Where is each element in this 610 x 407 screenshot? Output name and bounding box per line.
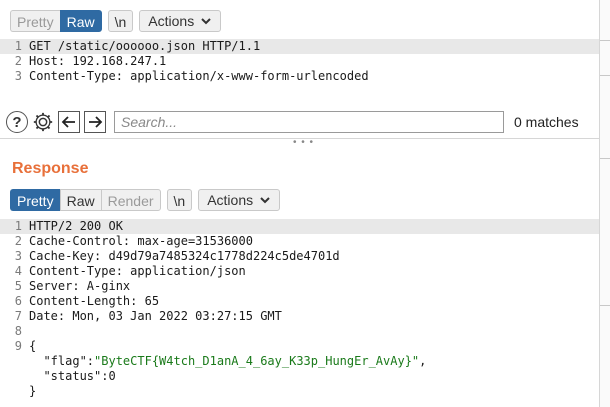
request-line: 2 Host: 192.168.247.1 [0, 54, 600, 69]
line-number: 5 [14, 279, 22, 293]
arrow-left-icon[interactable] [58, 111, 80, 133]
line-number [0, 369, 29, 384]
response-line: 5 Server: A-ginx [0, 279, 600, 294]
response-actions-button[interactable]: Actions [198, 189, 281, 211]
line-text: , [419, 354, 427, 368]
request-line: 1 GET /static/oooooo.json HTTP/1.1 [0, 39, 600, 54]
edge-divider [600, 158, 610, 159]
response-line: 1 HTTP/2 200 OK [0, 219, 600, 234]
response-line: 6 Content-Length: 65 [0, 294, 600, 309]
line-number: 1 [14, 219, 22, 233]
response-raw-tab[interactable]: Raw [59, 189, 101, 211]
gear-icon[interactable] [32, 111, 54, 133]
line-number: 2 [14, 54, 22, 68]
line-text: } [29, 384, 37, 398]
line-text: HTTP/2 200 OK [29, 219, 123, 233]
edge-divider [600, 305, 610, 306]
edge-divider [600, 75, 610, 76]
grip-icon[interactable]: • • • [293, 137, 314, 148]
match-count: 0 matches [514, 114, 579, 130]
line-number: 3 [14, 249, 22, 263]
response-line: 3 Cache-Key: d49d79a7485324c1778d224c5de4… [0, 249, 600, 264]
line-text: Content-Type: application/json [29, 264, 246, 278]
scrollbar[interactable] [599, 0, 610, 407]
request-pretty-tab[interactable]: Pretty [10, 10, 60, 32]
arrow-right-icon[interactable] [84, 111, 106, 133]
line-text: GET /static/oooooo.json HTTP/1.1 [29, 39, 261, 53]
search-input[interactable] [114, 111, 504, 133]
line-text: Cache-Control: max-age=31536000 [29, 234, 253, 248]
response-editor[interactable]: 1 HTTP/2 200 OK 2 Cache-Control: max-age=3… [0, 219, 600, 399]
json-value: 0 [108, 369, 116, 383]
request-newline-toggle[interactable]: \n [107, 10, 134, 32]
chevron-down-icon [260, 197, 270, 204]
response-line: 7 Date: Mon, 03 Jan 2022 03:27:15 GMT [0, 309, 600, 324]
line-text: Content-Length: 65 [29, 294, 160, 308]
response-line: "status": 0 [0, 369, 600, 384]
response-line: 2 Cache-Control: max-age=31536000 [0, 234, 600, 249]
response-actions-label: Actions [207, 192, 254, 208]
response-line: "flag": "ByteCTF{W4tch_D1anA_4_6ay_K33p_H… [0, 354, 600, 369]
line-number: 4 [14, 264, 22, 278]
line-number: 9 [14, 339, 22, 353]
edge-divider [600, 40, 610, 41]
line-text: Server: A-ginx [29, 279, 131, 293]
line-text: { [29, 339, 37, 353]
json-key: "status": [29, 369, 109, 383]
request-toolbar: Pretty Raw \n Actions [10, 10, 222, 32]
line-text: Content-Type: application/x-www-form-url… [29, 69, 369, 83]
request-actions-button[interactable]: Actions [139, 10, 222, 32]
request-line: 3 Content-Type: application/x-www-form-ur… [0, 69, 600, 84]
help-icon[interactable]: ? [6, 111, 28, 133]
line-number [0, 354, 29, 369]
search-bar: ? 0 matches [6, 111, 579, 133]
json-value: "ByteCTF{W4tch_D1anA_4_6ay_K33p_HungEr_A… [94, 354, 420, 368]
line-number: 2 [14, 234, 22, 248]
response-toolbar: Pretty Raw Render \n Actions [10, 189, 281, 211]
response-line: 9{ [0, 339, 600, 354]
request-panel: Pretty Raw \n Actions 1 GET /static/ooooo… [0, 0, 600, 150]
request-raw-tab[interactable]: Raw [59, 10, 102, 32]
chevron-down-icon [201, 18, 211, 25]
line-number: 6 [14, 294, 22, 308]
line-number: 3 [14, 69, 22, 83]
line-text: Cache-Key: d49d79a7485324c1778d224c5de47… [29, 249, 340, 263]
response-pretty-tab[interactable]: Pretty [10, 189, 60, 211]
line-number: 7 [14, 309, 22, 323]
json-key: "flag": [29, 354, 95, 368]
response-title: Response [12, 160, 89, 177]
request-editor[interactable]: 1 GET /static/oooooo.json HTTP/1.1 2 Host:… [0, 39, 600, 84]
request-actions-label: Actions [148, 13, 195, 29]
line-number: 1 [14, 39, 22, 53]
response-line: 4 Content-Type: application/json [0, 264, 600, 279]
response-line: } [0, 384, 600, 399]
response-newline-toggle[interactable]: \n [166, 189, 193, 211]
response-line: 8 [0, 324, 600, 339]
line-number [0, 384, 29, 399]
line-text: Date: Mon, 03 Jan 2022 03:27:15 GMT [29, 309, 282, 323]
line-text: Host: 192.168.247.1 [29, 54, 167, 68]
response-render-tab[interactable]: Render [100, 189, 161, 211]
line-number: 8 [14, 324, 22, 338]
